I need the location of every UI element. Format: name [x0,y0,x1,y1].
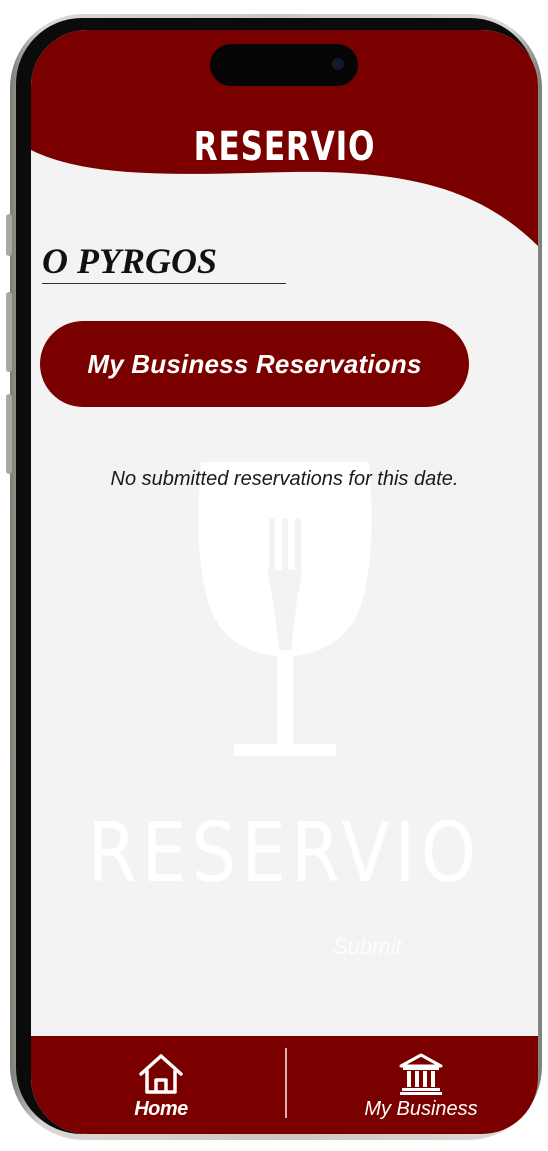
bottom-navigation: Home My Business [31,1036,538,1134]
home-icon [139,1054,183,1094]
phone-side-button [6,394,12,474]
nav-item-my-business[interactable]: My Business [351,1036,491,1134]
phone-side-button [6,214,12,256]
app-screen: RESERVIO RESERVIO O PYRGOS My Business R… [31,30,538,1134]
nav-divider [285,1048,287,1118]
nav-item-home[interactable]: Home [116,1036,206,1134]
watermark-logo [198,462,372,756]
phone-side-button [6,292,12,372]
my-business-reservations-button[interactable]: My Business Reservations [40,321,469,407]
bank-icon [399,1053,443,1095]
empty-state-message: No submitted reservations for this date. [110,468,459,490]
submit-button[interactable]: Submit [333,934,401,960]
nav-label-home: Home [134,1098,188,1120]
dynamic-island [210,44,358,86]
watermark-text: RESERVIO [87,806,482,901]
nav-label-my-business: My Business [364,1098,478,1120]
business-name: O PYRGOS [42,241,218,281]
camera-icon [332,58,344,70]
app-title: RESERVIO [193,124,376,170]
business-name-underline [42,283,286,284]
